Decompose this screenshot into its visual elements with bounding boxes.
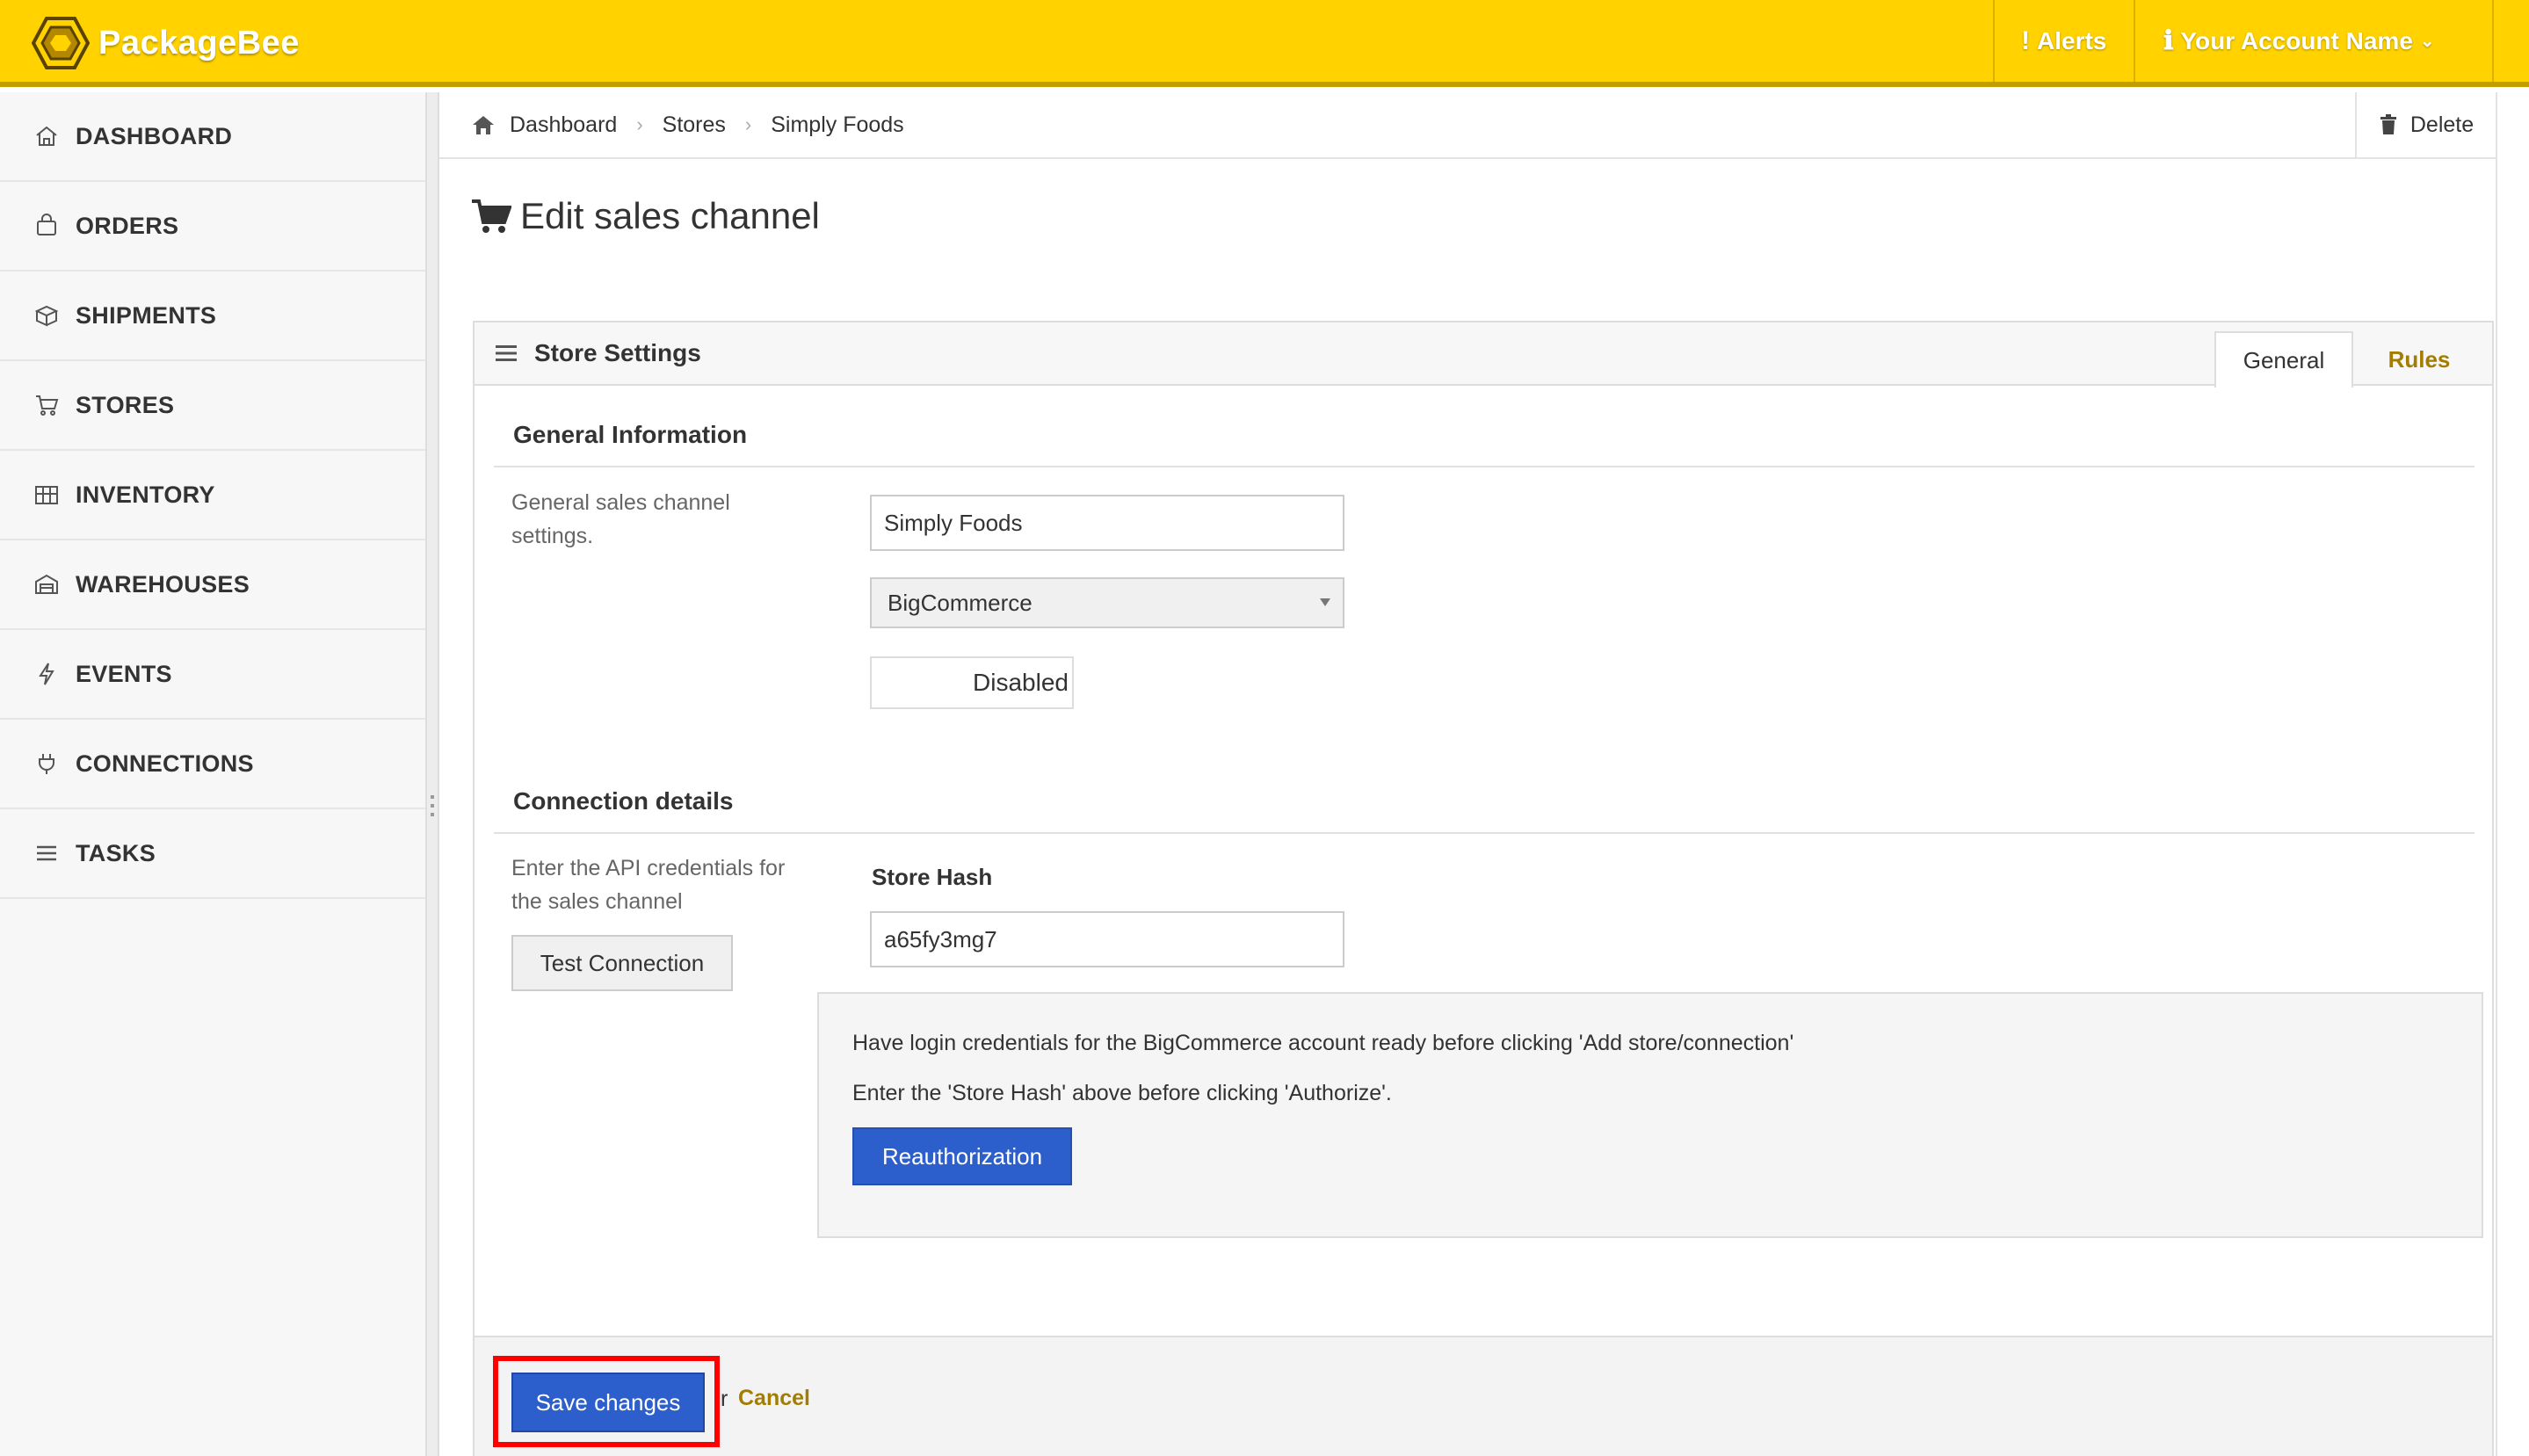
home-icon	[473, 116, 494, 134]
save-changes-button[interactable]: Save changes	[511, 1373, 705, 1432]
exclamation-icon: !	[2021, 25, 2030, 55]
sidebar-item-stores[interactable]: STORES	[0, 361, 425, 451]
divider	[494, 466, 2475, 467]
alerts-menu[interactable]: ! Alerts	[2021, 0, 2106, 82]
sidebar-item-label: WAREHOUSES	[76, 570, 250, 598]
trash-icon	[2380, 114, 2396, 134]
hexagon-logo-icon	[32, 17, 90, 69]
sidebar-item-label: CONNECTIONS	[76, 750, 254, 777]
status-toggle[interactable]: Disabled	[870, 656, 1074, 709]
list-icon	[37, 845, 56, 861]
cart-icon	[472, 199, 511, 233]
cart-icon	[36, 395, 59, 416]
platform-select[interactable]: BigCommerce	[870, 577, 1344, 628]
sidebar-item-label: SHIPMENTS	[76, 301, 217, 329]
sidebar-item-inventory[interactable]: INVENTORY	[0, 451, 425, 540]
chevron-right-icon: ›	[636, 113, 643, 135]
info-text: Enter the 'Store Hash' above before clic…	[852, 1081, 1392, 1105]
sidebar-resize-handle[interactable]	[425, 92, 439, 1456]
user-icon: ℹ	[2163, 26, 2174, 55]
page-title-text: Edit sales channel	[520, 195, 820, 236]
panel-title: Store Settings	[496, 322, 701, 384]
breadcrumb-dashboard[interactable]: Dashboard	[510, 112, 617, 138]
or-text: r	[721, 1387, 728, 1411]
panel-header: Store Settings General Rules	[475, 322, 2492, 388]
page-title: Edit sales channel	[471, 195, 820, 237]
brand-name: PackageBee	[98, 24, 300, 62]
sidebar-item-tasks[interactable]: TASKS	[0, 809, 425, 899]
top-navbar: PackageBee ! Alerts ℹ Your Account Name …	[0, 0, 2529, 87]
divider	[494, 832, 2475, 834]
store-name-input[interactable]: Simply Foods	[870, 495, 1344, 551]
sidebar-item-orders[interactable]: ORDERS	[0, 182, 425, 272]
info-text: Have login credentials for the BigCommer…	[852, 1031, 1794, 1055]
navbar-divider	[2134, 0, 2135, 82]
sidebar-item-label: ORDERS	[76, 212, 179, 239]
delete-button[interactable]: Delete	[2355, 92, 2496, 157]
breadcrumb-stores[interactable]: Stores	[663, 112, 726, 138]
caret-down-icon	[1320, 598, 1330, 606]
breadcrumb-current: Simply Foods	[771, 112, 904, 137]
tab-general[interactable]: General	[2214, 331, 2353, 388]
form-footer: Save changes r Cancel	[475, 1336, 2492, 1456]
menu-icon	[496, 345, 517, 361]
sidebar-item-events[interactable]: EVENTS	[0, 630, 425, 720]
status-toggle-label: Disabled	[973, 669, 1069, 696]
reauthorization-button[interactable]: Reauthorization	[852, 1127, 1072, 1185]
sidebar-item-dashboard[interactable]: DASHBOARD	[0, 92, 425, 182]
general-info-help: General sales channel settings.	[511, 490, 730, 548]
account-name: Your Account Name	[2180, 26, 2413, 54]
sidebar-item-label: DASHBOARD	[76, 122, 233, 149]
home-icon	[36, 126, 57, 146]
store-hash-input[interactable]: a65fy3mg7	[870, 911, 1344, 967]
alerts-label: Alerts	[2037, 26, 2107, 54]
sidebar-item-label: EVENTS	[76, 660, 172, 687]
authorization-info-box: Have login credentials for the BigCommer…	[817, 992, 2483, 1238]
shopping-bag-icon	[37, 214, 56, 235]
panel-title-text: Store Settings	[534, 339, 701, 366]
navbar-divider	[2492, 0, 2494, 82]
sidebar-item-label: STORES	[76, 391, 175, 418]
sidebar-item-connections[interactable]: CONNECTIONS	[0, 720, 425, 809]
brand-logo[interactable]: PackageBee	[32, 16, 300, 70]
cancel-link[interactable]: Cancel	[738, 1386, 810, 1411]
plug-icon	[39, 754, 54, 774]
test-connection-button[interactable]: Test Connection	[511, 935, 733, 991]
general-info-heading: General Information	[513, 421, 748, 448]
sidebar-item-shipments[interactable]: SHIPMENTS	[0, 272, 425, 361]
store-settings-panel: Store Settings General Rules General Inf…	[473, 321, 2494, 1456]
tab-rules[interactable]: Rules	[2353, 331, 2485, 388]
inventory-icon	[35, 486, 58, 504]
warehouse-icon	[35, 574, 58, 594]
platform-select-value: BigCommerce	[888, 589, 1033, 616]
connection-heading: Connection details	[513, 787, 734, 815]
store-hash-label: Store Hash	[872, 864, 993, 890]
package-icon	[34, 305, 59, 327]
right-gutter	[2496, 92, 2529, 1456]
lightning-icon	[39, 663, 54, 685]
connection-help: Enter the API credentials for the sales …	[511, 856, 786, 914]
delete-label: Delete	[2409, 112, 2475, 137]
grip-icon	[431, 795, 434, 816]
chevron-down-icon: ⌄	[2419, 32, 2435, 51]
sidebar: DASHBOARD ORDERS SHIPMENTS STORES INVENT…	[0, 92, 425, 1456]
sidebar-item-label: TASKS	[76, 839, 156, 866]
breadcrumb: Dashboard › Stores › Simply Foods	[471, 92, 904, 157]
sidebar-item-label: INVENTORY	[76, 481, 215, 508]
navbar-divider	[1993, 0, 1995, 82]
chevron-right-icon: ›	[744, 113, 752, 135]
breadcrumb-bar: Dashboard › Stores › Simply Foods Delete	[439, 92, 2496, 159]
sidebar-item-warehouses[interactable]: WAREHOUSES	[0, 540, 425, 630]
account-menu[interactable]: ℹ Your Account Name ⌄	[2163, 0, 2435, 82]
